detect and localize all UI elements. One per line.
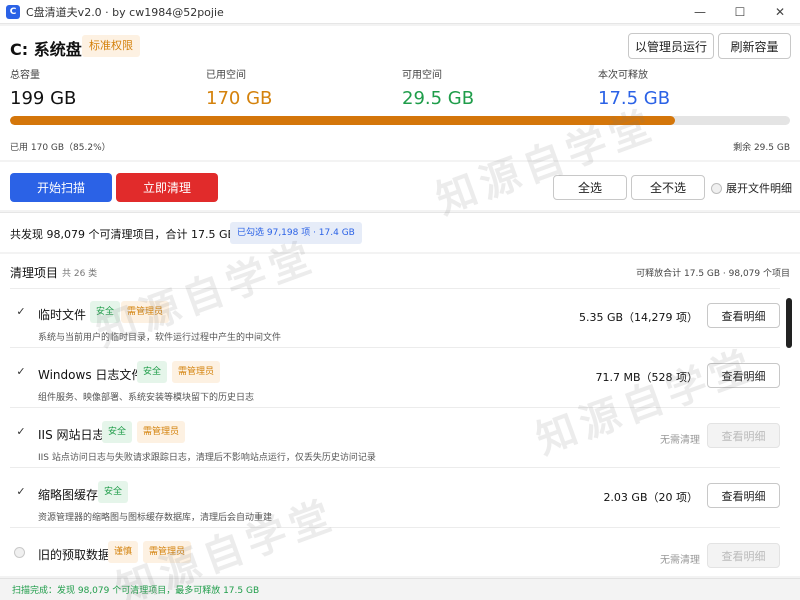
tag-admin: 需管理员 — [121, 301, 170, 323]
item-description: 系统与当前用户的临时目录，软件运行过程中产生的中间文件 — [38, 333, 282, 343]
item-size: 71.7 MB（528 项） — [595, 371, 698, 384]
item-name: 旧的预取数据 — [38, 548, 111, 562]
expand-details-toggle[interactable]: 展开文件明细 — [711, 180, 792, 196]
stat-release-value: 17.5 GB — [598, 88, 671, 109]
item-description: IIS 站点访问日志与失败请求跟踪日志，清理后不影响站点运行，仅丢失历史访问记录 — [38, 453, 376, 463]
summary-selected-badge: 已勾选 97,198 项 · 17.4 GB — [230, 222, 362, 244]
action-bar: 开始扫描 立即清理 全选 全不选 展开文件明细 — [0, 162, 800, 210]
start-scan-button[interactable]: 开始扫描 — [10, 173, 112, 202]
item-name: Windows 日志文件 — [38, 368, 144, 382]
tag-safe: 安全 — [98, 481, 129, 503]
list-item: ✓ 临时文件 安全 需管理员 系统与当前用户的临时目录，软件运行过程中产生的中间… — [10, 289, 780, 348]
tag-caution: 谨慎 — [108, 541, 139, 563]
item-name: 缩略图缓存 — [38, 488, 99, 502]
item-checkbox[interactable]: ✓ — [14, 365, 28, 379]
minimize-icon[interactable]: — — [680, 0, 720, 24]
select-all-button[interactable]: 全选 — [553, 175, 627, 200]
stat-total-label: 总容量 — [10, 70, 40, 81]
list-item: 旧的预取数据 谨慎 需管理员 无需清理 查看明细 — [10, 529, 780, 576]
item-checkbox[interactable]: ✓ — [14, 485, 28, 499]
window-title: C盘清道夫v2.0 · by cw1984@52pojie — [26, 5, 224, 19]
item-checkbox[interactable]: ✓ — [14, 305, 28, 319]
permission-badge: 标准权限 — [82, 35, 140, 57]
item-description: 组件服务、映像部署、系统安装等模块留下的历史日志 — [38, 393, 255, 403]
tag-safe: 安全 — [137, 361, 168, 383]
list-item: ✓ IIS 网站日志 安全 需管理员 IIS 站点访问日志与失败请求跟踪日志，清… — [10, 409, 780, 468]
item-description: 资源管理器的缩略图与图标缓存数据库，清理后会自动重建 — [38, 513, 273, 523]
close-icon[interactable]: ✕ — [760, 0, 800, 24]
used-text: 已用 170 GB（85.2%） — [10, 143, 111, 153]
drive-overview-card: C: 系统盘 标准权限 以管理员运行 刷新容量 总容量 199 GB 已用空间 … — [0, 26, 800, 160]
stat-free: 可用空间 29.5 GB — [402, 66, 474, 109]
view-details-button[interactable]: 查看明细 — [707, 363, 780, 388]
list-scrollbar[interactable] — [786, 298, 792, 348]
app-logo-icon: C — [6, 4, 20, 19]
status-bar: 扫描完成：发现 98,079 个可清理项目，最多可释放 17.5 GB — [0, 578, 800, 600]
tag-safe: 安全 — [102, 421, 133, 443]
clean-now-button[interactable]: 立即清理 — [116, 173, 218, 202]
item-no-clean-needed: 无需清理 — [660, 555, 700, 566]
stat-used: 已用空间 170 GB — [206, 66, 272, 109]
stat-used-label: 已用空间 — [206, 70, 246, 81]
item-size: 2.03 GB（20 项） — [603, 491, 698, 504]
stat-free-label: 可用空间 — [402, 70, 442, 81]
list-item: ✓ 缩略图缓存 安全 资源管理器的缩略图与图标缓存数据库，清理后会自动重建 2.… — [10, 469, 780, 528]
view-details-button[interactable]: 查看明细 — [707, 483, 780, 508]
refresh-capacity-button[interactable]: 刷新容量 — [718, 33, 791, 59]
stat-total-value: 199 GB — [10, 88, 77, 109]
tag-admin: 需管理员 — [143, 541, 192, 563]
tag-admin: 需管理员 — [137, 421, 186, 443]
list-header: 清理项目 共 26 类 可释放合计 17.5 GB · 98,079 个项目 — [0, 254, 800, 288]
tag-admin: 需管理员 — [172, 361, 221, 383]
stat-total: 总容量 199 GB — [10, 66, 76, 109]
scan-summary: 共发现 98,079 个可清理项目，合计 17.5 GB 已勾选 97,198 … — [0, 212, 800, 252]
usage-progress-fill — [10, 116, 675, 125]
title-bar: C C盘清道夫v2.0 · by cw1984@52pojie — ☐ ✕ — [0, 0, 800, 24]
usage-progress-bar — [10, 116, 790, 125]
select-none-button[interactable]: 全不选 — [631, 175, 705, 200]
status-text: 扫描完成：发现 98,079 个可清理项目，最多可释放 17.5 GB — [12, 586, 260, 596]
view-details-button[interactable]: 查看明细 — [707, 543, 780, 568]
stat-release-label: 本次可释放 — [598, 70, 648, 81]
list-item: ✓ Windows 日志文件 安全 需管理员 组件服务、映像部署、系统安装等模块… — [10, 349, 780, 408]
expand-details-radio[interactable] — [711, 182, 722, 194]
item-no-clean-needed: 无需清理 — [660, 435, 700, 446]
run-as-admin-button[interactable]: 以管理员运行 — [628, 33, 714, 59]
list-total: 可释放合计 17.5 GB · 98,079 个项目 — [636, 269, 790, 279]
summary-found-text: 共发现 98,079 个可清理项目，合计 17.5 GB — [10, 228, 236, 241]
tag-safe: 安全 — [90, 301, 121, 323]
item-name: IIS 网站日志 — [38, 428, 105, 442]
view-details-button[interactable]: 查看明细 — [707, 423, 780, 448]
remain-text: 剩余 29.5 GB — [733, 143, 790, 153]
view-details-button[interactable]: 查看明细 — [707, 303, 780, 328]
item-checkbox[interactable] — [14, 547, 25, 558]
maximize-icon[interactable]: ☐ — [720, 0, 760, 24]
stat-used-value: 170 GB — [206, 88, 273, 109]
window-controls: — ☐ ✕ — [680, 0, 800, 24]
item-checkbox[interactable]: ✓ — [14, 425, 28, 439]
expand-details-label: 展开文件明细 — [726, 182, 792, 195]
item-name: 临时文件 — [38, 308, 87, 322]
drive-title: C: 系统盘 — [10, 40, 82, 59]
cleanup-list: 清理项目 共 26 类 可释放合计 17.5 GB · 98,079 个项目 ✓… — [0, 254, 800, 576]
stat-free-value: 29.5 GB — [402, 88, 475, 109]
stat-release: 本次可释放 17.5 GB — [598, 66, 670, 109]
list-count: 共 26 类 — [62, 269, 98, 279]
item-size: 5.35 GB（14,279 项） — [578, 311, 698, 324]
list-title: 清理项目 — [10, 266, 59, 280]
